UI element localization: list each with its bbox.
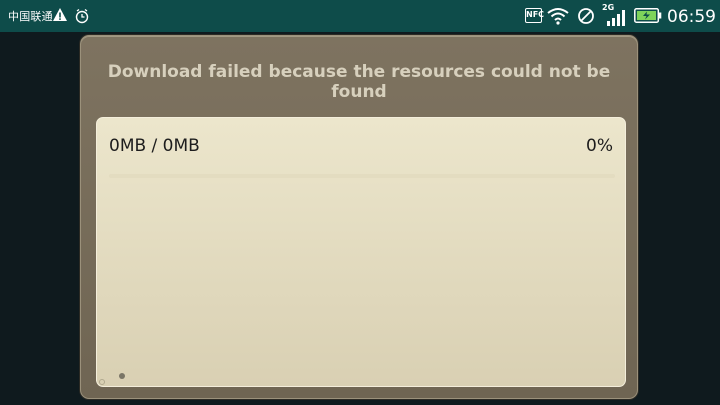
- nfc-icon: NFC: [525, 8, 544, 23]
- alarm-clock-icon: [75, 8, 89, 24]
- download-dialog: Download failed because the resources co…: [80, 35, 638, 399]
- status-time: 06:59: [667, 7, 716, 27]
- resize-handle: [99, 379, 105, 385]
- download-progress-panel: 0MB / 0MB 0%: [96, 117, 626, 387]
- warning-icon: [53, 8, 67, 21]
- download-size-text: 0MB / 0MB: [109, 136, 200, 156]
- wifi-icon: [547, 8, 569, 25]
- battery-charging-icon: [634, 8, 662, 23]
- dialog-title: Download failed because the resources co…: [107, 62, 611, 102]
- do-not-disturb-icon: [578, 8, 594, 24]
- download-progress-bar: [109, 174, 615, 178]
- signal-icon: 2G: [602, 3, 628, 27]
- status-bar: 中国联通 NFC 2G 06:59: [0, 0, 720, 32]
- download-percent-text: 0%: [586, 136, 613, 156]
- scroll-indicator: [119, 373, 125, 379]
- carrier-name: 中国联通: [8, 10, 53, 23]
